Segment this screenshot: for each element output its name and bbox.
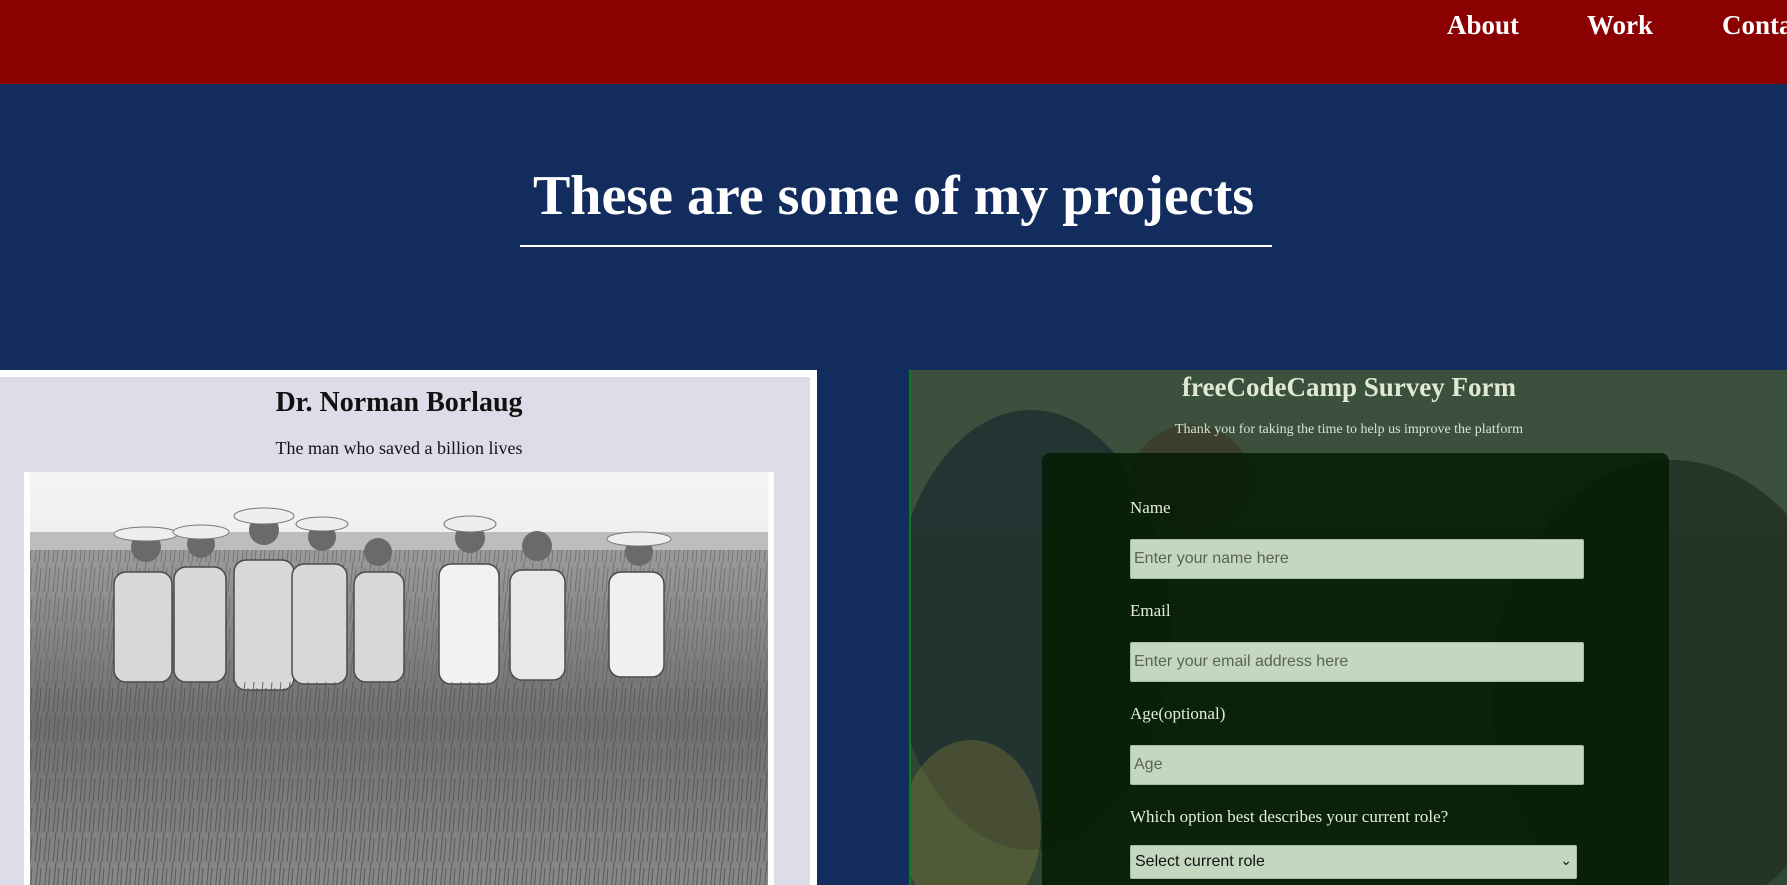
- project-title: freeCodeCamp Survey Form: [1182, 372, 1516, 402]
- nav-link-about[interactable]: About: [1447, 8, 1519, 42]
- navbar: About Work Conta: [0, 0, 1787, 84]
- email-label: Email: [1130, 601, 1171, 620]
- tile-card: Dr. Norman Borlaug The man who saved a b…: [0, 377, 810, 885]
- project-screenshot-image: [24, 472, 774, 885]
- name-input[interactable]: [1130, 539, 1584, 579]
- name-label: Name: [1130, 498, 1171, 517]
- field-photo: [30, 472, 768, 885]
- role-label: Which option best describes your current…: [1130, 807, 1449, 826]
- project-tile-borlaug[interactable]: Dr. Norman Borlaug The man who saved a b…: [0, 370, 817, 885]
- role-select-value: Select current role: [1135, 853, 1265, 870]
- email-input[interactable]: [1130, 642, 1584, 682]
- survey-form-card: Name Email Age(optional) Which option be…: [1042, 453, 1669, 885]
- role-select[interactable]: Select current role ⌄: [1130, 845, 1577, 879]
- nav-link-work[interactable]: Work: [1587, 8, 1653, 42]
- heading-underline: [520, 245, 1272, 247]
- age-label: Age(optional): [1130, 704, 1226, 723]
- project-subtitle: The man who saved a billion lives: [275, 438, 523, 458]
- nav-link-contact[interactable]: Conta: [1722, 8, 1787, 42]
- project-subtitle: Thank you for taking the time to help us…: [1175, 422, 1523, 437]
- project-title: Dr. Norman Borlaug: [275, 387, 523, 418]
- age-input[interactable]: [1130, 745, 1584, 785]
- projects-heading: These are some of my projects: [532, 165, 1255, 227]
- chevron-down-icon: ⌄: [1560, 852, 1572, 868]
- project-tile-survey-form[interactable]: freeCodeCamp Survey Form Thank you for t…: [909, 370, 1787, 885]
